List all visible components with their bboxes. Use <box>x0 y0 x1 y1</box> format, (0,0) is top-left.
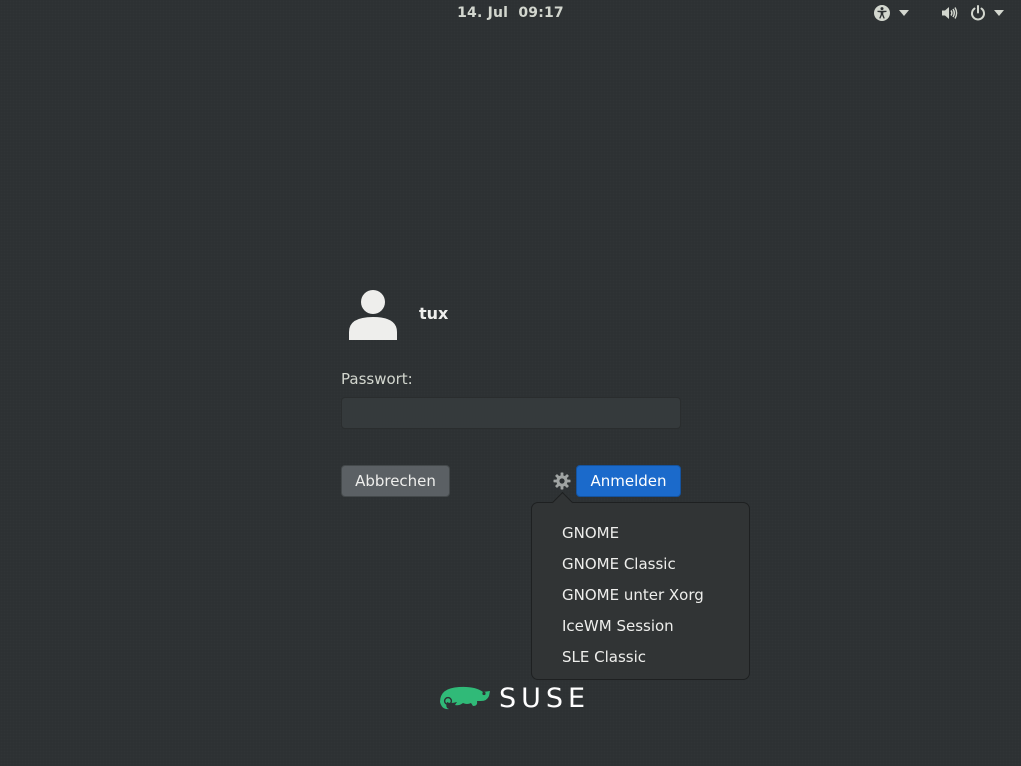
user-avatar-icon <box>347 288 399 342</box>
top-bar: 14. Jul 09:17 <box>0 0 1021 27</box>
chevron-down-icon <box>994 10 1004 16</box>
power-icon <box>970 5 986 21</box>
cancel-button[interactable]: Abbrechen <box>341 465 450 497</box>
popover-arrow <box>551 491 574 514</box>
clock-time: 09:17 <box>518 5 564 21</box>
password-input[interactable] <box>341 397 681 429</box>
clock-date: 14. Jul <box>457 5 509 21</box>
system-menu[interactable] <box>940 3 1004 23</box>
login-screen: 14. Jul 09:17 tux Passwort: Abbrechen An… <box>0 0 1021 766</box>
gear-icon[interactable] <box>553 472 571 490</box>
chevron-down-icon <box>899 10 909 16</box>
session-item-gnome[interactable]: GNOME <box>532 518 749 549</box>
username: tux <box>419 304 449 323</box>
session-item-gnome-classic[interactable]: GNOME Classic <box>532 549 749 580</box>
password-label: Passwort: <box>341 370 413 388</box>
session-menu: GNOME GNOME Classic GNOME unter Xorg Ice… <box>531 491 750 680</box>
logo-text: SUSE <box>499 682 591 714</box>
session-list: GNOME GNOME Classic GNOME unter Xorg Ice… <box>532 518 749 673</box>
clock[interactable]: 14. Jul 09:17 <box>0 5 1021 21</box>
session-item-gnome-xorg[interactable]: GNOME unter Xorg <box>532 580 749 611</box>
volume-icon <box>940 4 958 22</box>
session-item-sle-classic[interactable]: SLE Classic <box>532 642 749 673</box>
chameleon-icon <box>437 682 491 714</box>
session-item-icewm[interactable]: IceWM Session <box>532 611 749 642</box>
accessibility-menu[interactable] <box>873 3 909 23</box>
accessibility-icon <box>873 4 891 22</box>
login-button[interactable]: Anmelden <box>576 465 681 497</box>
suse-logo: SUSE <box>437 682 590 714</box>
